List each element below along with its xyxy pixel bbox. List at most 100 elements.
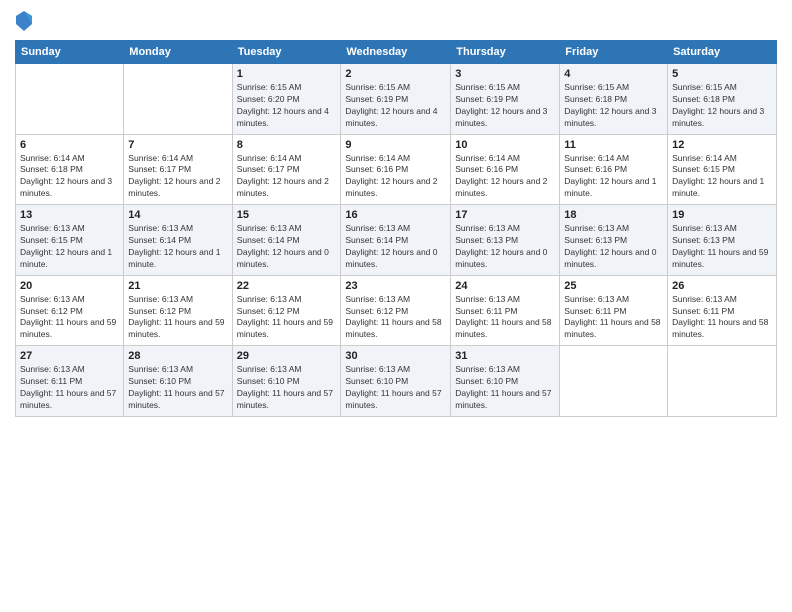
calendar-day-cell: 24Sunrise: 6:13 AMSunset: 6:11 PMDayligh… bbox=[451, 275, 560, 346]
day-number: 7 bbox=[128, 139, 227, 151]
day-detail: Sunrise: 6:13 AMSunset: 6:10 PMDaylight:… bbox=[128, 364, 227, 412]
weekday-header: Wednesday bbox=[341, 41, 451, 64]
calendar-week-row: 13 Sunrise: 6:13 AMSunset: 6:15 PMDayligh… bbox=[16, 205, 777, 276]
calendar-day-cell: 23 Sunrise: 6:13 AMSunset: 6:12 PMDayligh… bbox=[341, 275, 451, 346]
day-detail: Sunrise: 6:13 AMSunset: 6:11 PMDaylight:… bbox=[20, 364, 119, 412]
calendar-day-cell bbox=[124, 64, 232, 135]
day-number: 15 bbox=[237, 209, 337, 221]
calendar-week-row: 20 Sunrise: 6:13 AMSunset: 6:12 PMDayligh… bbox=[16, 275, 777, 346]
calendar-day-cell: 1 Sunrise: 6:15 AMSunset: 6:20 PMDaylight… bbox=[232, 64, 341, 135]
logo bbox=[15, 10, 37, 32]
day-detail: Sunrise: 6:13 AMSunset: 6:15 PMDaylight:… bbox=[20, 223, 119, 271]
day-number: 9 bbox=[345, 139, 446, 151]
calendar-day-cell: 3 Sunrise: 6:15 AMSunset: 6:19 PMDaylight… bbox=[451, 64, 560, 135]
day-number: 3 bbox=[455, 68, 555, 80]
calendar-day-cell: 8 Sunrise: 6:14 AMSunset: 6:17 PMDaylight… bbox=[232, 134, 341, 205]
day-number: 31 bbox=[455, 350, 555, 362]
day-number: 14 bbox=[128, 209, 227, 221]
calendar-day-cell: 22 Sunrise: 6:13 AMSunset: 6:12 PMDayligh… bbox=[232, 275, 341, 346]
day-number: 17 bbox=[455, 209, 555, 221]
day-detail: Sunrise: 6:14 AMSunset: 6:15 PMDaylight:… bbox=[672, 153, 772, 201]
day-number: 2 bbox=[345, 68, 446, 80]
calendar-day-cell bbox=[16, 64, 124, 135]
calendar-day-cell: 12 Sunrise: 6:14 AMSunset: 6:15 PMDayligh… bbox=[668, 134, 777, 205]
calendar-week-row: 1 Sunrise: 6:15 AMSunset: 6:20 PMDaylight… bbox=[16, 64, 777, 135]
weekday-header: Saturday bbox=[668, 41, 777, 64]
calendar-day-cell: 11Sunrise: 6:14 AMSunset: 6:16 PMDayligh… bbox=[560, 134, 668, 205]
calendar-day-cell: 19 Sunrise: 6:13 AMSunset: 6:13 PMDayligh… bbox=[668, 205, 777, 276]
day-detail: Sunrise: 6:13 AMSunset: 6:13 PMDaylight:… bbox=[455, 223, 555, 271]
calendar-day-cell: 10Sunrise: 6:14 AMSunset: 6:16 PMDayligh… bbox=[451, 134, 560, 205]
calendar-day-cell: 14 Sunrise: 6:13 AMSunset: 6:14 PMDayligh… bbox=[124, 205, 232, 276]
calendar-day-cell bbox=[560, 346, 668, 417]
calendar-week-row: 6Sunrise: 6:14 AMSunset: 6:18 PMDaylight… bbox=[16, 134, 777, 205]
day-detail: Sunrise: 6:13 AMSunset: 6:11 PMDaylight:… bbox=[672, 294, 772, 342]
day-number: 10 bbox=[455, 139, 555, 151]
calendar-day-cell: 16Sunrise: 6:13 AMSunset: 6:14 PMDayligh… bbox=[341, 205, 451, 276]
day-detail: Sunrise: 6:13 AMSunset: 6:12 PMDaylight:… bbox=[237, 294, 337, 342]
day-number: 6 bbox=[20, 139, 119, 151]
day-number: 13 bbox=[20, 209, 119, 221]
calendar-day-cell: 20Sunrise: 6:13 AMSunset: 6:12 PMDayligh… bbox=[16, 275, 124, 346]
weekday-header: Thursday bbox=[451, 41, 560, 64]
day-number: 27 bbox=[20, 350, 119, 362]
day-number: 28 bbox=[128, 350, 227, 362]
day-detail: Sunrise: 6:15 AMSunset: 6:18 PMDaylight:… bbox=[672, 82, 772, 130]
day-number: 21 bbox=[128, 280, 227, 292]
day-number: 12 bbox=[672, 139, 772, 151]
weekday-header: Friday bbox=[560, 41, 668, 64]
calendar-day-cell: 26 Sunrise: 6:13 AMSunset: 6:11 PMDayligh… bbox=[668, 275, 777, 346]
calendar-day-cell: 17 Sunrise: 6:13 AMSunset: 6:13 PMDayligh… bbox=[451, 205, 560, 276]
day-number: 22 bbox=[237, 280, 337, 292]
weekday-header: Sunday bbox=[16, 41, 124, 64]
day-number: 23 bbox=[345, 280, 446, 292]
calendar-day-cell: 13 Sunrise: 6:13 AMSunset: 6:15 PMDayligh… bbox=[16, 205, 124, 276]
day-detail: Sunrise: 6:15 AMSunset: 6:19 PMDaylight:… bbox=[345, 82, 446, 130]
calendar-day-cell: 29Sunrise: 6:13 AMSunset: 6:10 PMDayligh… bbox=[232, 346, 341, 417]
calendar-day-cell: 6Sunrise: 6:14 AMSunset: 6:18 PMDaylight… bbox=[16, 134, 124, 205]
day-detail: Sunrise: 6:14 AMSunset: 6:17 PMDaylight:… bbox=[237, 153, 337, 201]
calendar-table: SundayMondayTuesdayWednesdayThursdayFrid… bbox=[15, 40, 777, 417]
page: SundayMondayTuesdayWednesdayThursdayFrid… bbox=[0, 0, 792, 612]
day-number: 19 bbox=[672, 209, 772, 221]
day-number: 18 bbox=[564, 209, 663, 221]
day-number: 4 bbox=[564, 68, 663, 80]
day-detail: Sunrise: 6:13 AMSunset: 6:13 PMDaylight:… bbox=[564, 223, 663, 271]
day-detail: Sunrise: 6:15 AMSunset: 6:19 PMDaylight:… bbox=[455, 82, 555, 130]
calendar-week-row: 27 Sunrise: 6:13 AMSunset: 6:11 PMDayligh… bbox=[16, 346, 777, 417]
day-number: 24 bbox=[455, 280, 555, 292]
day-detail: Sunrise: 6:13 AMSunset: 6:14 PMDaylight:… bbox=[237, 223, 337, 271]
day-number: 25 bbox=[564, 280, 663, 292]
day-detail: Sunrise: 6:13 AMSunset: 6:10 PMDaylight:… bbox=[455, 364, 555, 412]
calendar-header-row: SundayMondayTuesdayWednesdayThursdayFrid… bbox=[16, 41, 777, 64]
day-number: 5 bbox=[672, 68, 772, 80]
calendar-day-cell: 5 Sunrise: 6:15 AMSunset: 6:18 PMDaylight… bbox=[668, 64, 777, 135]
day-detail: Sunrise: 6:13 AMSunset: 6:12 PMDaylight:… bbox=[128, 294, 227, 342]
calendar-day-cell: 18 Sunrise: 6:13 AMSunset: 6:13 PMDayligh… bbox=[560, 205, 668, 276]
logo-icon bbox=[15, 10, 33, 32]
calendar-day-cell: 25 Sunrise: 6:13 AMSunset: 6:11 PMDayligh… bbox=[560, 275, 668, 346]
calendar-day-cell: 31 Sunrise: 6:13 AMSunset: 6:10 PMDayligh… bbox=[451, 346, 560, 417]
day-detail: Sunrise: 6:13 AMSunset: 6:13 PMDaylight:… bbox=[672, 223, 772, 271]
day-number: 11 bbox=[564, 139, 663, 151]
day-number: 20 bbox=[20, 280, 119, 292]
calendar-day-cell bbox=[668, 346, 777, 417]
day-number: 1 bbox=[237, 68, 337, 80]
calendar-day-cell: 21 Sunrise: 6:13 AMSunset: 6:12 PMDayligh… bbox=[124, 275, 232, 346]
day-number: 8 bbox=[237, 139, 337, 151]
weekday-header: Tuesday bbox=[232, 41, 341, 64]
calendar-day-cell: 9 Sunrise: 6:14 AMSunset: 6:16 PMDaylight… bbox=[341, 134, 451, 205]
day-detail: Sunrise: 6:14 AMSunset: 6:17 PMDaylight:… bbox=[128, 153, 227, 201]
day-detail: Sunrise: 6:14 AMSunset: 6:16 PMDaylight:… bbox=[345, 153, 446, 201]
day-detail: Sunrise: 6:13 AMSunset: 6:12 PMDaylight:… bbox=[345, 294, 446, 342]
day-detail: Sunrise: 6:13 AMSunset: 6:14 PMDaylight:… bbox=[128, 223, 227, 271]
day-detail: Sunrise: 6:15 AMSunset: 6:20 PMDaylight:… bbox=[237, 82, 337, 130]
calendar-day-cell: 7 Sunrise: 6:14 AMSunset: 6:17 PMDaylight… bbox=[124, 134, 232, 205]
weekday-header: Monday bbox=[124, 41, 232, 64]
calendar-day-cell: 4Sunrise: 6:15 AMSunset: 6:18 PMDaylight… bbox=[560, 64, 668, 135]
day-number: 29 bbox=[237, 350, 337, 362]
calendar-day-cell: 27 Sunrise: 6:13 AMSunset: 6:11 PMDayligh… bbox=[16, 346, 124, 417]
day-detail: Sunrise: 6:13 AMSunset: 6:10 PMDaylight:… bbox=[345, 364, 446, 412]
day-number: 26 bbox=[672, 280, 772, 292]
day-detail: Sunrise: 6:13 AMSunset: 6:11 PMDaylight:… bbox=[564, 294, 663, 342]
